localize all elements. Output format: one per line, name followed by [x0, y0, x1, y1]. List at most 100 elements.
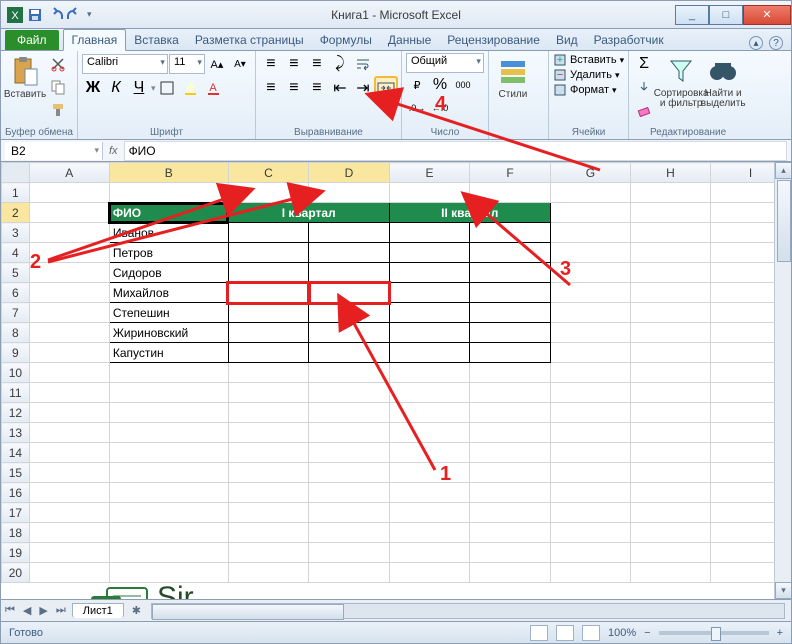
cell-b2[interactable]: ФИО	[109, 203, 228, 223]
align-bottom-button[interactable]: ≡	[306, 53, 328, 75]
col-header-h[interactable]: H	[630, 163, 710, 183]
view-normal-button[interactable]	[530, 625, 548, 641]
formula-input[interactable]: ФИО	[124, 141, 787, 161]
row-header-10[interactable]: 10	[2, 363, 30, 383]
accounting-button[interactable]: ₽	[406, 74, 428, 96]
cell-b6[interactable]: Михайлов	[109, 283, 228, 303]
zoom-out-button[interactable]: −	[644, 627, 650, 639]
sheet-nav-last[interactable]: ⏭	[52, 604, 70, 617]
font-color-button[interactable]: A	[202, 77, 224, 99]
row-header-9[interactable]: 9	[2, 343, 30, 363]
merge-center-button[interactable]	[375, 77, 397, 99]
row-header-13[interactable]: 13	[2, 423, 30, 443]
autosum-button[interactable]: Σ	[633, 53, 655, 75]
sort-filter-button[interactable]: Сортировка и фильтр	[661, 53, 701, 111]
grow-font-button[interactable]: A▴	[206, 53, 228, 75]
cell-e2f2-merged[interactable]: II квартал	[389, 203, 550, 223]
col-header-e[interactable]: E	[389, 163, 470, 183]
find-select-button[interactable]: Найти и выделить	[703, 53, 743, 111]
insert-cells-button[interactable]: +Вставить▾	[553, 53, 624, 67]
row-header-1[interactable]: 1	[2, 183, 30, 203]
col-header-d[interactable]: D	[309, 163, 390, 183]
help-icon[interactable]: ?	[769, 36, 783, 50]
zoom-slider[interactable]	[659, 631, 769, 635]
sheet-nav-next[interactable]: ▶	[35, 604, 51, 617]
row-header-4[interactable]: 4	[2, 243, 30, 263]
cell-b5[interactable]: Сидоров	[109, 263, 228, 283]
file-tab[interactable]: Файл	[5, 30, 59, 50]
number-format-combo[interactable]: Общий	[406, 53, 484, 73]
decrease-decimal-button[interactable]: ←.0	[429, 97, 451, 119]
sheet-nav-first[interactable]: ⏮	[1, 604, 19, 617]
cell-c6[interactable]	[228, 283, 309, 303]
minimize-button[interactable]: _	[675, 5, 709, 25]
tab-insert[interactable]: Вставка	[126, 30, 187, 50]
scroll-down-button[interactable]: ▾	[775, 582, 792, 599]
cell-b9[interactable]: Капустин	[109, 343, 228, 363]
tab-page-layout[interactable]: Разметка страницы	[187, 30, 312, 50]
tab-data[interactable]: Данные	[380, 30, 439, 50]
cut-button[interactable]	[47, 53, 69, 75]
align-middle-button[interactable]: ≡	[283, 53, 305, 75]
format-cells-button[interactable]: Формат▾	[553, 83, 617, 97]
scroll-up-button[interactable]: ▴	[775, 162, 792, 179]
row-header-2[interactable]: 2	[2, 203, 30, 223]
col-header-g[interactable]: G	[550, 163, 630, 183]
copy-button[interactable]	[47, 76, 69, 98]
row-header-19[interactable]: 19	[2, 543, 30, 563]
undo-icon[interactable]	[47, 7, 63, 23]
zoom-in-button[interactable]: +	[777, 627, 783, 639]
sheet-tab-1[interactable]: Лист1	[72, 603, 124, 618]
paste-button[interactable]: Вставить	[5, 53, 45, 102]
horizontal-scrollbar[interactable]	[151, 603, 785, 619]
row-header-17[interactable]: 17	[2, 503, 30, 523]
qat-customize-icon[interactable]: ▾	[87, 9, 92, 20]
close-button[interactable]: ✕	[743, 5, 791, 25]
view-page-break-button[interactable]	[582, 625, 600, 641]
align-top-button[interactable]: ≡	[260, 53, 282, 75]
view-page-layout-button[interactable]	[556, 625, 574, 641]
percent-button[interactable]: %	[429, 74, 451, 96]
align-right-button[interactable]: ≡	[306, 77, 328, 99]
wrap-text-button[interactable]	[352, 53, 374, 75]
cell-d6[interactable]	[309, 283, 390, 303]
worksheet-grid[interactable]: A B C D E F G H I 1 2ФИОI кварталII квар…	[0, 162, 792, 600]
row-header-5[interactable]: 5	[2, 263, 30, 283]
cell-b8[interactable]: Жириновский	[109, 323, 228, 343]
row-header-18[interactable]: 18	[2, 523, 30, 543]
row-header-16[interactable]: 16	[2, 483, 30, 503]
decrease-indent-button[interactable]: ⇤	[329, 77, 351, 99]
row-header-8[interactable]: 8	[2, 323, 30, 343]
format-painter-button[interactable]	[47, 99, 69, 121]
row-header-12[interactable]: 12	[2, 403, 30, 423]
col-header-a[interactable]: A	[29, 163, 109, 183]
comma-button[interactable]: 000	[452, 74, 474, 96]
cell-c2d2-merged[interactable]: I квартал	[228, 203, 389, 223]
cell-b4[interactable]: Петров	[109, 243, 228, 263]
row-header-3[interactable]: 3	[2, 223, 30, 243]
vertical-scrollbar[interactable]: ▴ ▾	[774, 162, 791, 599]
clear-button[interactable]	[633, 99, 655, 121]
redo-icon[interactable]	[67, 7, 83, 23]
col-header-f[interactable]: F	[470, 163, 551, 183]
fx-icon[interactable]: fx	[109, 145, 118, 157]
tab-review[interactable]: Рецензирование	[439, 30, 548, 50]
tab-formulas[interactable]: Формулы	[312, 30, 380, 50]
delete-cells-button[interactable]: −Удалить▾	[553, 68, 620, 82]
row-header-14[interactable]: 14	[2, 443, 30, 463]
row-header-6[interactable]: 6	[2, 283, 30, 303]
cell-b3[interactable]: Иванов	[109, 223, 228, 243]
align-center-button[interactable]: ≡	[283, 77, 305, 99]
font-name-combo[interactable]: Calibri	[82, 54, 168, 74]
select-all-corner[interactable]	[2, 163, 30, 183]
row-header-15[interactable]: 15	[2, 463, 30, 483]
name-box[interactable]: B2	[5, 142, 103, 160]
save-icon[interactable]	[27, 7, 43, 23]
row-header-11[interactable]: 11	[2, 383, 30, 403]
fill-button[interactable]	[633, 76, 655, 98]
new-sheet-button[interactable]: ✱	[128, 604, 145, 617]
shrink-font-button[interactable]: A▾	[229, 53, 251, 75]
align-left-button[interactable]: ≡	[260, 77, 282, 99]
bold-button[interactable]: Ж	[82, 77, 104, 99]
maximize-button[interactable]: □	[709, 5, 743, 25]
